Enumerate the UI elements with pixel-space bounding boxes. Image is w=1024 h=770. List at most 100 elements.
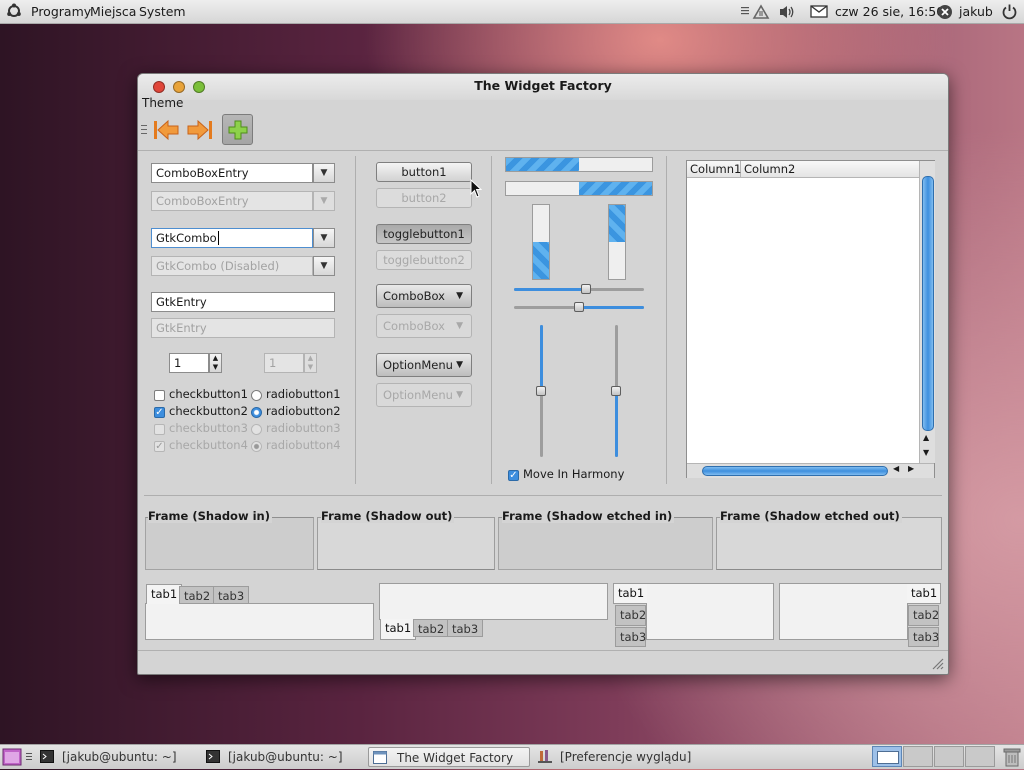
gtkcombo-dropdown-button[interactable]: ▼	[313, 228, 335, 248]
spin-down-icon[interactable]: ▼	[210, 363, 221, 372]
panel-clock[interactable]: czw 26 sie, 16:50	[835, 4, 944, 19]
notebook4-tab1[interactable]: tab1	[907, 583, 941, 604]
go-last-icon[interactable]	[186, 118, 214, 142]
checkbutton1-label[interactable]: checkbutton1	[169, 387, 248, 401]
spinbutton-input[interactable]: 1	[169, 353, 209, 373]
tree-column2-header[interactable]: Column2	[741, 161, 798, 177]
optionmenu-arrow-icon: ▼	[456, 360, 463, 370]
scroll-right-icon[interactable]: ▶	[908, 464, 914, 473]
notebook4-tab2[interactable]: tab2	[908, 605, 939, 626]
notebook1-tab2[interactable]: tab2	[179, 586, 216, 604]
panel-username[interactable]: jakub	[959, 4, 993, 19]
vscale1-fill	[540, 325, 543, 391]
radiobutton3-label: radiobutton3	[266, 421, 341, 435]
tree-vscrollbar[interactable]: ▲ ▼	[919, 161, 935, 463]
gtkcombo-disabled-input: GtkCombo (Disabled)	[151, 256, 313, 276]
show-desktop-icon[interactable]	[2, 748, 22, 766]
notebook2-tab2[interactable]: tab2	[413, 619, 450, 637]
taskbar-appearance-preferences[interactable]: [Preferencje wyglądu]	[534, 747, 734, 767]
taskbar-widget-factory[interactable]: The Widget Factory	[368, 747, 530, 767]
notebook1-tab1[interactable]: tab1	[146, 584, 183, 604]
checkbutton2-box[interactable]: ✓	[154, 407, 165, 418]
taskbar-appearance-preferences-label: [Preferencje wyglądu]	[560, 750, 692, 764]
togglebutton2: togglebutton2	[376, 250, 472, 270]
vscale1-knob[interactable]	[536, 386, 546, 396]
workspace-window-preview	[877, 751, 899, 764]
button1[interactable]: button1	[376, 162, 472, 182]
statusbar-separator	[138, 650, 948, 651]
hscale1-knob[interactable]	[580, 284, 591, 294]
checkbutton1-box[interactable]	[154, 390, 165, 401]
window-titlebar[interactable]: The Widget Factory	[138, 74, 948, 100]
comboboxentry-input[interactable]: ComboBoxEntry	[151, 163, 313, 183]
notebook3-tab3[interactable]: tab3	[615, 627, 646, 647]
menu-system[interactable]: System	[139, 4, 186, 19]
progressbar-v1	[532, 204, 550, 280]
power-icon[interactable]	[1001, 3, 1018, 20]
radiobutton1-circle[interactable]	[251, 390, 262, 401]
comboboxentry-disabled-dropdown: ▼	[313, 191, 335, 211]
radiobutton1-label[interactable]: radiobutton1	[266, 387, 341, 401]
optionmenu[interactable]: OptionMenu ▼	[376, 353, 472, 377]
workspace-switcher-1[interactable]	[872, 746, 902, 767]
optionmenu-disabled-arrow-icon: ▼	[456, 390, 463, 400]
taskbar-terminal-2[interactable]: [jakub@ubuntu: ~]	[202, 747, 364, 767]
notebook3-tab1[interactable]: tab1	[613, 583, 647, 604]
text-cursor	[217, 231, 219, 245]
workspace-switcher-3[interactable]	[934, 746, 964, 767]
taskbar-terminal-1[interactable]: [jakub@ubuntu: ~]	[36, 747, 198, 767]
spinbutton-arrows[interactable]: ▲ ▼	[209, 353, 222, 373]
go-first-icon[interactable]	[152, 118, 180, 142]
gtkentry-input[interactable]: GtkEntry	[151, 292, 335, 312]
hscale2-knob[interactable]	[574, 302, 584, 312]
tree-vscroll-thumb[interactable]	[922, 176, 934, 431]
checkbutton4-box: ✓	[154, 441, 165, 452]
hscale1-track[interactable]	[514, 284, 644, 294]
scroll-up-icon[interactable]: ▲	[923, 433, 929, 442]
progressbar-v1-fill	[533, 242, 549, 279]
hscale2-track[interactable]	[514, 302, 644, 312]
tree-view[interactable]: Column1 Column2 ▲ ▼ ◀ ▶	[686, 160, 935, 478]
move-in-harmony-label[interactable]: Move In Harmony	[523, 467, 624, 481]
volume-icon[interactable]	[778, 4, 796, 20]
radiobutton2-circle[interactable]	[251, 407, 262, 418]
ubuntu-logo-icon[interactable]	[6, 3, 22, 19]
tree-column1-header[interactable]: Column1	[687, 161, 741, 177]
notebook2-tab1[interactable]: tab1	[380, 619, 417, 640]
vscale2-knob[interactable]	[611, 386, 621, 396]
toolbar-grip-icon[interactable]	[141, 124, 147, 136]
menu-places[interactable]: Miejsca	[90, 4, 136, 19]
gtkcombo-disabled-dropdown: ▼	[313, 256, 335, 276]
workspace-switcher-4[interactable]	[965, 746, 995, 767]
comboboxentry-dropdown-button[interactable]: ▼	[313, 163, 335, 183]
vscale2-track[interactable]	[611, 325, 621, 457]
notebook1-tab3[interactable]: tab3	[213, 586, 250, 604]
notebook2-tab3[interactable]: tab3	[447, 619, 484, 637]
notebook4-tab3[interactable]: tab3	[908, 627, 939, 647]
user-status-icon[interactable]	[937, 4, 953, 20]
workspace-switcher-2[interactable]	[903, 746, 933, 767]
mail-icon[interactable]	[810, 5, 828, 18]
tree-hscrollbar[interactable]: ◀ ▶	[687, 463, 934, 478]
move-in-harmony-checkbox[interactable]: ✓	[508, 470, 519, 481]
progressbar-h2	[505, 181, 653, 196]
menu-applications[interactable]: Programy	[31, 4, 91, 19]
radiobutton2-label[interactable]: radiobutton2	[266, 404, 341, 418]
scroll-left-icon[interactable]: ◀	[893, 464, 899, 473]
togglebutton1[interactable]: togglebutton1	[376, 224, 472, 244]
spin-up-icon[interactable]: ▲	[210, 354, 221, 363]
menu-theme[interactable]: Theme	[142, 96, 183, 110]
trash-icon[interactable]	[1003, 747, 1021, 767]
network-icon[interactable]	[752, 3, 770, 20]
tree-hscroll-thumb[interactable]	[702, 466, 888, 476]
checkbutton2-label[interactable]: checkbutton2	[169, 404, 248, 418]
combobox[interactable]: ComboBox ▼	[376, 284, 472, 308]
notebook3-tab2[interactable]: tab2	[615, 605, 646, 626]
notebook2-page	[379, 583, 608, 620]
resize-grip-icon[interactable]	[930, 656, 944, 670]
progressbar-v2	[608, 204, 626, 280]
gtkcombo-input[interactable]: GtkCombo	[151, 228, 313, 248]
add-button[interactable]	[222, 114, 253, 145]
vscale1-track[interactable]	[536, 325, 546, 457]
scroll-down-icon[interactable]: ▼	[923, 448, 929, 457]
